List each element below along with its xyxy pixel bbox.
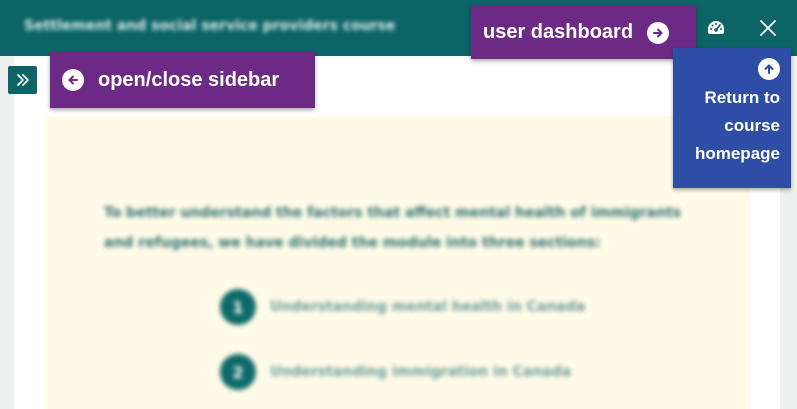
return-homepage-tooltip-label: Return to course homepage xyxy=(694,88,780,163)
section-number: 2 xyxy=(220,354,256,390)
sidebar-toggle-button[interactable] xyxy=(8,66,37,94)
section-item-1: 1 Understanding mental health in Canada xyxy=(220,289,585,325)
intro-text: To better understand the factors that af… xyxy=(104,205,681,251)
dashboard-button[interactable] xyxy=(700,12,732,44)
close-button[interactable] xyxy=(752,12,784,44)
arrow-up-circle-icon xyxy=(758,58,780,80)
dashboard-tooltip-label: user dashboard xyxy=(483,21,634,43)
double-chevron-right-icon xyxy=(16,74,29,86)
sidebar-tooltip: open/close sidebar xyxy=(50,52,315,108)
section-item-2: 2 Understanding immigration in Canada xyxy=(220,354,571,390)
arrow-right-circle-icon xyxy=(647,21,670,44)
arrow-left-circle-icon xyxy=(62,69,84,91)
section-label: Understanding immigration in Canada xyxy=(270,364,572,380)
section-label: Understanding mental health in Canada xyxy=(270,299,586,315)
close-icon xyxy=(760,20,776,36)
course-title: Settlement and social service providers … xyxy=(24,18,396,34)
speedometer-icon xyxy=(708,21,724,34)
return-homepage-tooltip: Return to course homepage xyxy=(673,48,791,188)
section-number: 1 xyxy=(220,289,256,325)
sidebar-tooltip-label: open/close sidebar xyxy=(98,68,280,91)
dashboard-tooltip: user dashboard xyxy=(471,6,696,59)
